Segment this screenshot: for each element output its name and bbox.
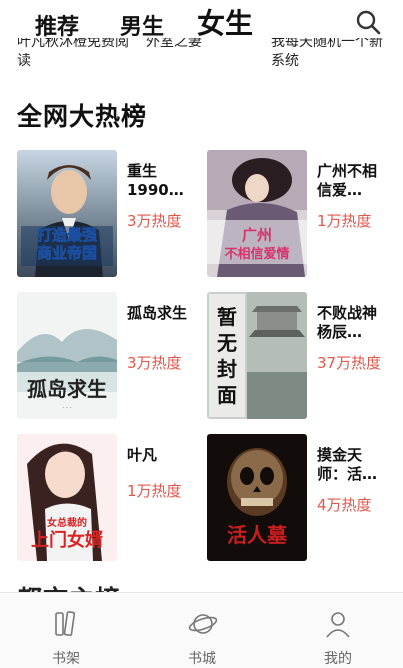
svg-text:面: 面: [217, 383, 237, 407]
book-card[interactable]: 打造最强 商业帝国 重生1990… 3万热度: [17, 150, 202, 280]
book-title[interactable]: 叶凡: [127, 446, 199, 465]
book-heat: 37万热度: [317, 354, 382, 372]
book-title[interactable]: 重生1990…: [127, 162, 199, 200]
book-title[interactable]: 不败战神杨辰…: [317, 304, 389, 342]
previous-book-row: 叶凡秋沐橙免费阅读 外室之妻 我每天随机一个新系统: [0, 38, 403, 78]
user-icon: [326, 612, 350, 638]
nav-profile[interactable]: 我的: [298, 593, 378, 668]
tab-male[interactable]: 男生: [120, 9, 164, 41]
svg-text:无: 无: [217, 331, 237, 355]
svg-text:打造最强: 打造最强: [37, 226, 97, 244]
book-cover[interactable]: 广州 不相信爱情: [207, 150, 307, 277]
book-title[interactable]: 摸金天师：活…: [317, 446, 389, 484]
svg-text:· · ·: · · ·: [62, 405, 72, 412]
section-title: 全网大热榜: [17, 102, 148, 131]
book-heat: 4万热度: [317, 496, 372, 514]
bottom-nav-bar: 书架 书城 我的: [0, 592, 403, 668]
svg-text:封: 封: [217, 357, 237, 381]
book-cover[interactable]: 女总裁的 上门女婿: [17, 434, 117, 561]
tab-female[interactable]: 女生: [197, 2, 253, 42]
top-tab-bar: 推荐 男生 女生: [0, 0, 403, 40]
svg-text:上门女婿: 上门女婿: [31, 529, 103, 551]
svg-text:女总裁的: 女总裁的: [47, 516, 87, 529]
book-card[interactable]: 女总裁的 上门女婿 叶凡 1万热度: [17, 434, 202, 564]
tab-recommend[interactable]: 推荐: [35, 9, 79, 41]
book-title[interactable]: 孤岛求生: [127, 304, 199, 323]
book-card[interactable]: 广州 不相信爱情 广州不相信爱… 1万热度: [207, 150, 392, 280]
book-heat: 1万热度: [127, 482, 182, 500]
svg-text:活人墓: 活人墓: [227, 523, 288, 547]
book-cover[interactable]: 活人墓: [207, 434, 307, 561]
bookshelf-icon: [55, 611, 76, 637]
svg-text:商业帝国: 商业帝国: [37, 244, 97, 262]
book-heat: 3万热度: [127, 354, 182, 372]
nav-bookshelf[interactable]: 书架: [26, 593, 106, 668]
book-card[interactable]: 活人墓 摸金天师：活… 4万热度: [207, 434, 392, 564]
search-icon: [356, 10, 381, 35]
nav-bookstore[interactable]: 书城: [162, 593, 242, 668]
nav-label: 书架: [52, 651, 80, 667]
svg-text:孤岛求生: 孤岛求生: [27, 377, 107, 401]
book-cover[interactable]: 打造最强 商业帝国: [17, 150, 117, 277]
book-heat: 1万热度: [317, 212, 372, 230]
svg-text:暂: 暂: [217, 305, 237, 329]
book-cover[interactable]: 孤岛求生 · · ·: [17, 292, 117, 419]
prev-book-title[interactable]: 外室之妻: [146, 38, 266, 52]
book-cover[interactable]: 暂 无 封 面: [207, 292, 307, 419]
svg-text:不相信爱情: 不相信爱情: [224, 246, 289, 262]
next-section-title: 都市主榜: [17, 580, 217, 592]
planet-icon: [188, 614, 218, 634]
search-button[interactable]: [354, 8, 382, 36]
book-card[interactable]: 暂 无 封 面 不败战神杨辰… 37万热度: [207, 292, 392, 422]
book-card[interactable]: 孤岛求生 · · · 孤岛求生 3万热度: [17, 292, 202, 422]
nav-label: 我的: [324, 651, 352, 667]
prev-book-title[interactable]: 叶凡秋沐橙免费阅读: [17, 38, 137, 71]
book-heat: 3万热度: [127, 212, 182, 230]
book-title[interactable]: 广州不相信爱…: [317, 162, 389, 200]
svg-text:广州: 广州: [242, 226, 272, 244]
prev-book-title[interactable]: 我每天随机一个新系统: [271, 38, 391, 71]
nav-label: 书城: [188, 651, 216, 667]
